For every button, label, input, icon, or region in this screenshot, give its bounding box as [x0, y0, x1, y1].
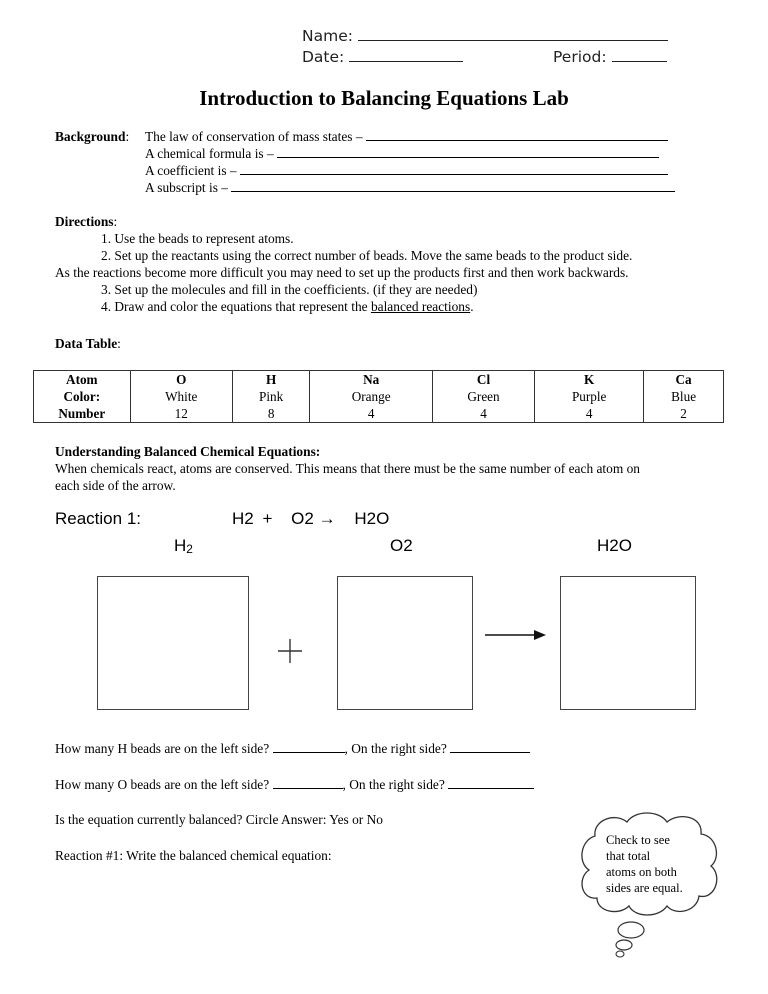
background-label: Background [55, 129, 126, 144]
table-cell: 2 [643, 405, 724, 423]
understanding-heading: Understanding Balanced Chemical Equation… [55, 444, 321, 459]
h-right-answer-blank[interactable] [450, 741, 531, 753]
table-cell: Blue [643, 388, 724, 405]
answer-blank[interactable] [277, 146, 660, 158]
table-cell: White [129, 388, 233, 405]
table-cell: K [534, 370, 645, 388]
answer-blank[interactable] [231, 180, 676, 192]
reactant-h2-drawing-box[interactable] [97, 576, 249, 710]
table-cell: Purple [534, 388, 645, 405]
table-cell: Pink [231, 388, 311, 405]
question-h-beads: How many H beads are on the left side? ,… [55, 741, 531, 757]
table-cell: Cl [431, 370, 536, 388]
row-header: Atom [33, 370, 131, 388]
period-blank[interactable] [611, 47, 667, 62]
date-label: Date: [302, 48, 345, 66]
box-label-o2: O2 [390, 536, 413, 555]
background-item: A chemical formula is – [145, 146, 660, 162]
name-blank[interactable] [357, 26, 668, 41]
o-right-answer-blank[interactable] [448, 777, 535, 789]
table-row: Atom O H Na Cl K Ca [33, 370, 724, 388]
row-header: Color: [33, 388, 131, 405]
box-label-h2o: H2O [597, 536, 632, 555]
background-item: A subscript is – [145, 180, 676, 196]
period-field[interactable]: Period: [553, 47, 667, 66]
direction-step: As the reactions become more difficult y… [55, 265, 629, 280]
period-label: Period: [553, 48, 607, 66]
understanding-text: each side of the arrow. [55, 478, 176, 493]
table-cell: Na [309, 370, 433, 388]
row-header: Number [33, 405, 131, 423]
o-left-answer-blank[interactable] [272, 777, 343, 789]
arrow-icon: → [318, 509, 336, 528]
background-item: A coefficient is – [145, 163, 668, 179]
name-label: Name: [302, 27, 353, 45]
direction-step: 1. Use the beads to represent atoms. [101, 231, 294, 246]
reaction-1-equation: H2 + O2 → H2O [232, 509, 390, 528]
reactant-o2-drawing-box[interactable] [337, 576, 473, 710]
box-label-h2: H2 [174, 536, 193, 556]
page-title: Introduction to Balancing Equations Lab [199, 86, 569, 110]
product-h2o-drawing-box[interactable] [560, 576, 696, 710]
date-field[interactable]: Date: [302, 47, 464, 66]
balanced-reactions-underlined: balanced reactions [370, 299, 471, 314]
answer-blank[interactable] [239, 163, 668, 175]
understanding-text: When chemicals react, atoms are conserve… [55, 461, 641, 476]
table-cell: 12 [129, 405, 233, 423]
directions-heading: Directions: [55, 214, 118, 229]
name-field[interactable]: Name: [302, 26, 668, 45]
table-cell: 4 [309, 405, 433, 423]
h-left-answer-blank[interactable] [272, 741, 345, 753]
question-balanced: Is the equation currently balanced? Circ… [55, 812, 383, 827]
data-table-label: Data Table: [55, 336, 121, 351]
table-cell: Green [431, 388, 536, 405]
answer-blank[interactable] [365, 129, 668, 141]
question-write-equation: Reaction #1: Write the balanced chemical… [55, 848, 332, 863]
table-cell: Orange [309, 388, 433, 405]
question-o-beads: How many O beads are on the left side? ,… [55, 777, 535, 793]
direction-step: 4. Draw and color the equations that rep… [101, 299, 474, 314]
reaction-arrow-icon [485, 630, 546, 640]
background-section: Background: [55, 129, 130, 144]
table-cell: O [129, 370, 233, 388]
table-cell: Ca [643, 370, 724, 388]
reaction-1-label: Reaction 1: [55, 509, 141, 528]
data-table: Atom O H Na Cl K Ca Color: White Pink Or… [33, 370, 724, 423]
table-cell: 8 [231, 405, 311, 423]
table-cell: 4 [534, 405, 645, 423]
table-cell: 4 [431, 405, 536, 423]
plus-icon [278, 639, 302, 663]
table-cell: H [231, 370, 311, 388]
background-item: The law of conservation of mass states – [145, 129, 668, 145]
thought-bubble-text: Check to see that total atoms on both si… [606, 833, 683, 895]
date-blank[interactable] [349, 47, 464, 62]
direction-step: 3. Set up the molecules and fill in the … [101, 282, 478, 297]
table-row: Number 12 8 4 4 4 2 [33, 405, 724, 423]
table-row: Color: White Pink Orange Green Purple Bl… [33, 388, 724, 405]
direction-step: 2. Set up the reactants using the correc… [101, 248, 633, 263]
